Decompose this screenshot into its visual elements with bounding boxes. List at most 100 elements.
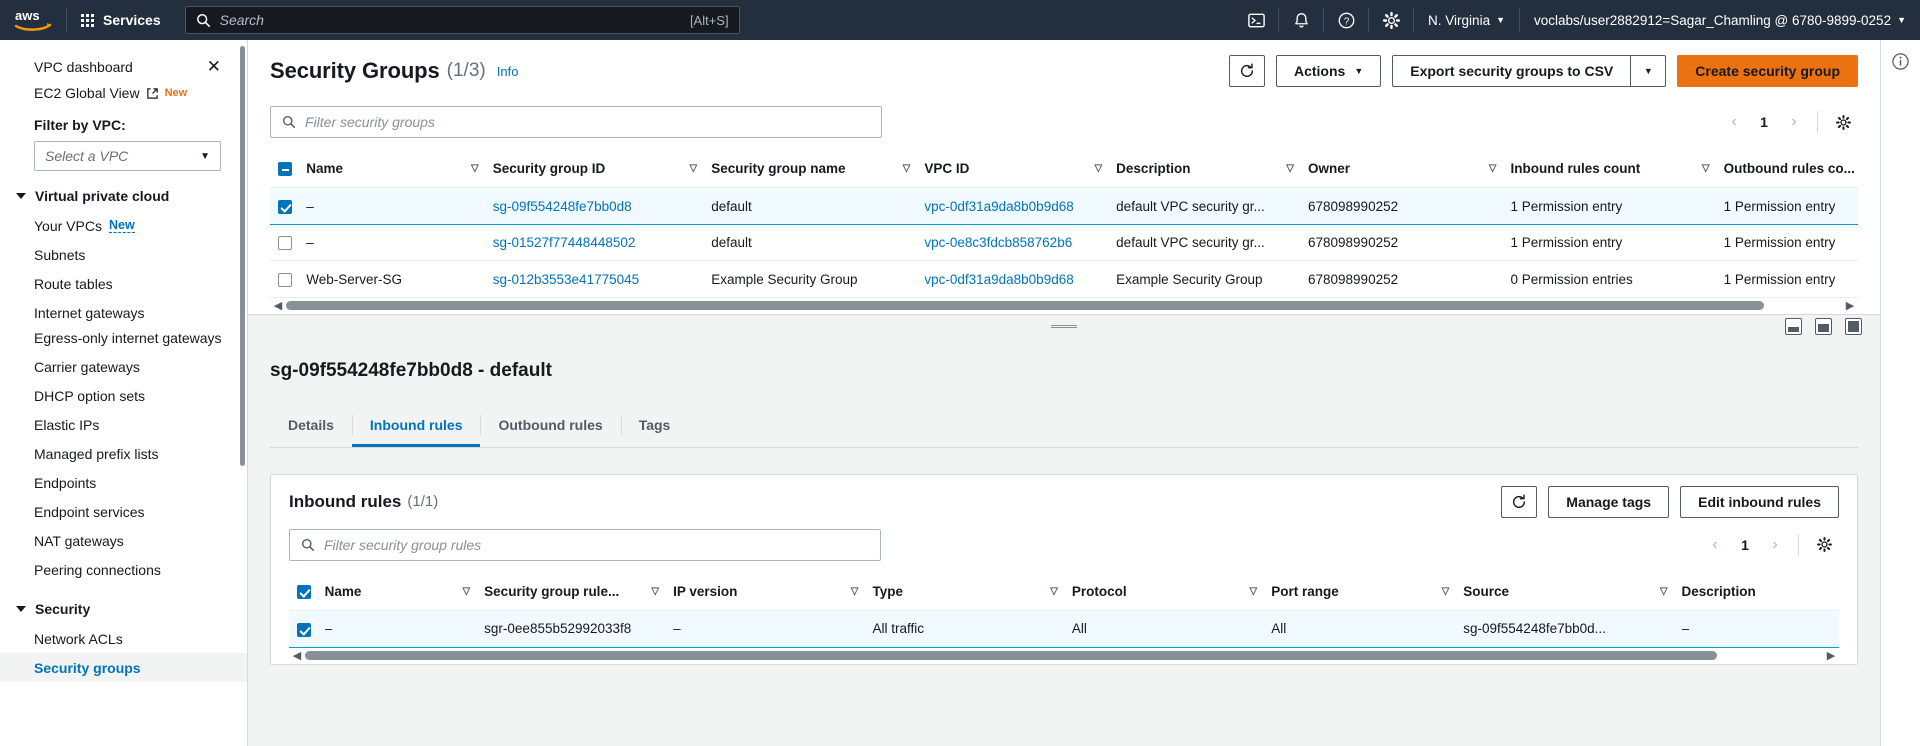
scroll-right-icon[interactable]: ▶ [1842,299,1858,312]
services-menu-button[interactable]: Services [67,0,175,40]
table-row[interactable]: – sg-09f554248fe7bb0d8 default vpc-0df31… [270,187,1858,225]
column-header-protocol[interactable]: Protocol ▽ [1071,572,1272,612]
sidebar-item-your-vpcs[interactable]: Your VPCs New [0,211,247,240]
settings-gear-icon[interactable] [1369,0,1413,40]
tab-tags[interactable]: Tags [620,406,689,447]
cloudshell-icon[interactable] [1234,0,1278,40]
sidebar-item-endpoint-services[interactable]: Endpoint services [0,497,247,526]
tab-outbound-rules[interactable]: Outbound rules [480,406,620,447]
cell-vpc-id[interactable]: vpc-0df31a9da8b0b9d68 [924,187,1117,225]
security-groups-horizontal-scrollbar[interactable]: ◀ ▶ [270,298,1858,314]
split-medium-icon[interactable] [1815,317,1832,335]
split-full-icon[interactable] [1845,317,1862,335]
sidebar-group-security[interactable]: Security [0,594,247,624]
sidebar-item-peering-connections[interactable]: Peering connections [0,555,247,584]
sidebar-item-subnets[interactable]: Subnets [0,240,247,269]
account-menu[interactable]: voclabs/user2882912=Sagar_Chamling @ 678… [1520,0,1920,40]
select-all-checkbox[interactable] [297,585,311,600]
export-csv-button[interactable]: Export security groups to CSV [1392,55,1631,87]
column-header-ip-version[interactable]: IP version ▽ [673,572,873,612]
tab-inbound-rules[interactable]: Inbound rules [351,406,481,447]
sidebar-item-ec2-global-view[interactable]: EC2 Global View New [0,81,247,105]
scroll-right-icon[interactable]: ▶ [1823,649,1839,662]
table-row[interactable]: – sgr-0ee855b52992033f8 – All traffic Al… [289,610,1839,648]
filter-rules-input[interactable] [324,536,869,553]
table-preferences-gear-icon[interactable] [1828,107,1858,137]
scroll-left-icon[interactable]: ◀ [289,649,305,662]
row-checkbox[interactable] [278,272,292,287]
manage-tags-button[interactable]: Manage tags [1548,485,1670,518]
refresh-button[interactable] [1228,55,1265,87]
split-panel-resizer[interactable] [248,313,1880,338]
row-checkbox[interactable] [278,199,292,214]
sidebar-item-internet-gateways[interactable]: Internet gateways [0,298,247,327]
sidebar-item-dhcp-option-sets[interactable]: DHCP option sets [0,381,247,410]
global-search-box[interactable]: [Alt+S] [184,6,740,34]
scroll-track[interactable] [286,301,1842,311]
row-checkbox[interactable] [278,236,292,251]
next-page-button[interactable]: › [1762,532,1788,558]
vpc-select-dropdown[interactable]: Select a VPC ▼ [34,141,221,171]
cell-vpc-id[interactable]: vpc-0e8c3fdcb858762b6 [924,224,1117,262]
column-header-source[interactable]: Source ▽ [1463,572,1682,612]
cell-security-group-id[interactable]: sg-012b3553e41775045 [492,260,712,298]
sidebar-item-elastic-ips[interactable]: Elastic IPs [0,410,247,439]
column-header-owner[interactable]: Owner ▽ [1308,150,1511,189]
column-header-outbound-rules-count[interactable]: Outbound rules co... [1723,150,1858,189]
sidebar-item-nat-gateways[interactable]: NAT gateways [0,526,247,555]
sidebar-item-security-groups[interactable]: Security groups [0,653,247,682]
row-checkbox[interactable] [297,622,311,637]
next-page-button[interactable]: › [1781,109,1807,135]
filter-security-groups-input[interactable] [305,114,870,130]
search-input[interactable] [219,12,681,28]
tab-details[interactable]: Details [270,406,352,447]
help-question-icon[interactable]: ? [1324,0,1368,40]
scroll-thumb[interactable] [286,301,1765,311]
sidebar-item-egress-only-internet-gateways[interactable]: Egress-only internet gateways [0,327,247,348]
sidebar-item-vpc-dashboard[interactable]: VPC dashboard [34,59,133,75]
notifications-bell-icon[interactable] [1279,0,1323,40]
export-dropdown-toggle[interactable]: ▼ [1630,55,1667,87]
sidebar-item-network-acls[interactable]: Network ACLs [0,624,247,653]
actions-dropdown-button[interactable]: Actions ▼ [1275,55,1382,87]
inbound-refresh-button[interactable] [1501,485,1538,518]
sidebar-item-route-tables[interactable]: Route tables [0,269,247,298]
scroll-left-icon[interactable]: ◀ [270,299,286,312]
inbound-preferences-gear-icon[interactable] [1809,530,1839,560]
split-bottom-icon[interactable] [1785,317,1802,335]
column-header-vpc-id[interactable]: VPC ID ▽ [924,150,1117,189]
sidebar-item-endpoints[interactable]: Endpoints [0,468,247,497]
sidebar-group-virtual-private-cloud[interactable]: Virtual private cloud [0,181,247,211]
column-header-inbound-rules-count[interactable]: Inbound rules count ▽ [1510,150,1724,189]
table-row[interactable]: Web-Server-SG sg-012b3553e41775045 Examp… [270,260,1858,298]
resize-grip-icon[interactable] [1051,324,1077,328]
cell-vpc-id[interactable]: vpc-0df31a9da8b0b9d68 [924,260,1117,298]
column-header-name[interactable]: Name ▽ [324,572,485,612]
column-header-security-group-rule-id[interactable]: Security group rule... ▽ [484,572,674,612]
column-header-security-group-id[interactable]: Security group ID ▽ [492,150,712,189]
create-security-group-button[interactable]: Create security group [1677,55,1858,87]
filter-security-groups-box[interactable] [270,106,882,138]
column-header-security-group-name[interactable]: Security group name ▽ [711,150,925,189]
sidebar-scrollbar[interactable]: ▲ [237,40,247,466]
page-number[interactable]: 1 [1751,109,1777,135]
column-header-port-range[interactable]: Port range ▽ [1271,572,1464,612]
region-selector[interactable]: N. Virginia ▼ [1414,0,1519,40]
scroll-track[interactable] [305,651,1823,661]
previous-page-button[interactable]: ‹ [1702,532,1728,558]
column-header-description[interactable]: Description [1681,572,1839,612]
inbound-horizontal-scrollbar[interactable]: ◀ ▶ [289,648,1839,664]
scroll-thumb[interactable] [305,651,1717,661]
page-number[interactable]: 1 [1732,532,1758,558]
edit-inbound-rules-button[interactable]: Edit inbound rules [1680,485,1839,518]
table-row[interactable]: – sg-01527f77448448502 default vpc-0e8c3… [270,224,1858,262]
info-link[interactable]: Info [497,64,519,79]
sidebar-item-carrier-gateways[interactable]: Carrier gateways [0,352,247,381]
cell-security-group-id[interactable]: sg-09f554248fe7bb0d8 [492,187,712,225]
cell-security-group-id[interactable]: sg-01527f77448448502 [492,224,712,262]
sidebar-item-managed-prefix-lists[interactable]: Managed prefix lists [0,439,247,468]
column-header-type[interactable]: Type ▽ [872,572,1072,612]
info-circle-icon[interactable] [1891,52,1910,746]
select-all-checkbox[interactable] [278,162,292,177]
column-header-name[interactable]: Name ▽ [306,150,493,189]
